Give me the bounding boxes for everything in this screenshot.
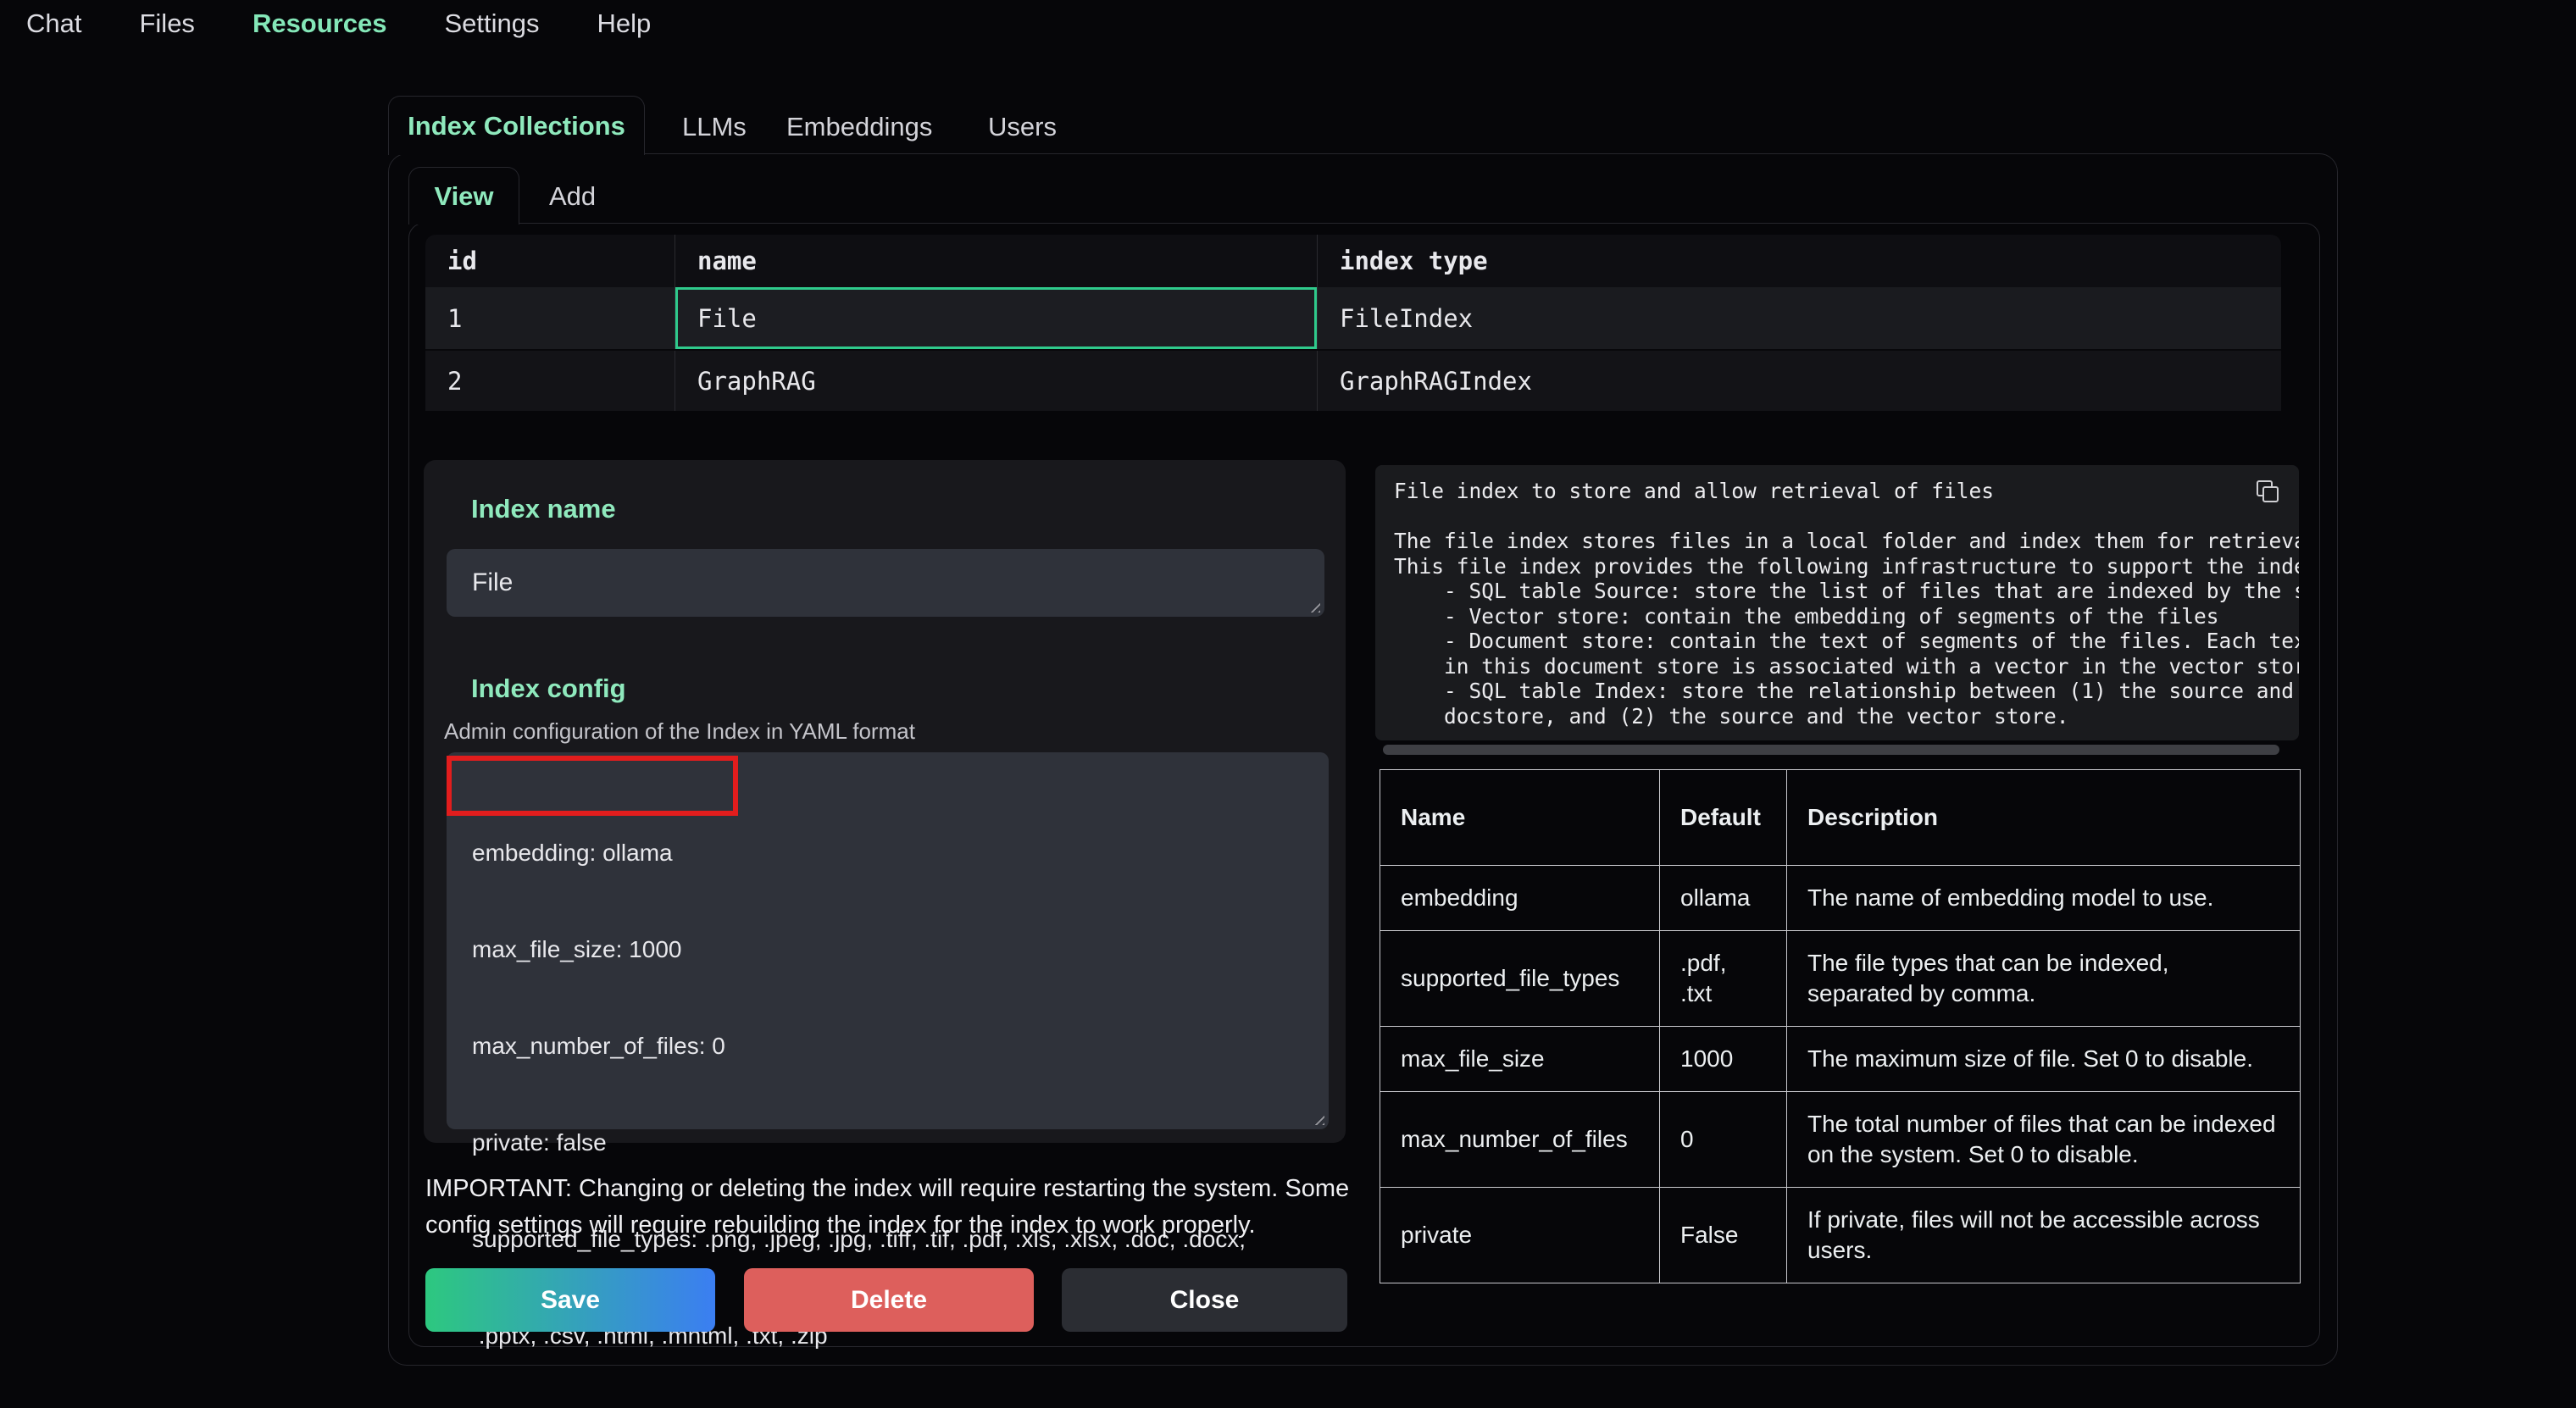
yaml-line: max_file_size: 1000 [472,934,1329,966]
index-config-textarea[interactable]: embedding: ollama max_file_size: 1000 ma… [447,752,1329,1129]
col-header-default: Default [1660,770,1787,866]
param-default: ollama [1660,866,1787,931]
cell-name[interactable]: GraphRAG [675,351,1317,411]
param-name: max_file_size [1380,1027,1660,1092]
warning-text: IMPORTANT: Changing or deleting the inde… [425,1171,1366,1244]
nav-help[interactable]: Help [597,8,651,39]
param-description: The name of embedding model to use. [1787,866,2301,931]
index-doc-panel: File index to store and allow retrieval … [1375,465,2299,740]
col-header-description: Description [1787,770,2301,866]
param-name: max_number_of_files [1380,1092,1660,1188]
param-default: 1000 [1660,1027,1787,1092]
doc-line: - Vector store: contain the embedding of… [1394,604,2299,629]
cell-index-type[interactable]: GraphRAGIndex [1317,351,2281,411]
nav-settings[interactable]: Settings [444,8,539,39]
cell-index-type[interactable]: FileIndex [1317,287,2281,349]
tab-view[interactable]: View [408,167,519,225]
doc-line: in this document store is associated wit… [1394,654,2299,679]
param-default: 0 [1660,1092,1787,1188]
col-header-name: name [675,235,1317,287]
param-name: supported_file_types [1380,931,1660,1027]
tab-users[interactable]: Users [988,112,1057,142]
doc-line: docstore, and (2) the source and the vec… [1394,704,2299,729]
index-name-value: File [472,568,513,597]
tab-index-collections[interactable]: Index Collections [388,96,645,155]
close-button[interactable]: Close [1062,1268,1347,1332]
nav-resources[interactable]: Resources [253,8,387,39]
delete-button[interactable]: Delete [744,1268,1034,1332]
resize-handle[interactable] [1310,1111,1324,1125]
yaml-line: max_number_of_files: 0 [472,1030,1329,1062]
param-default: .pdf, .txt [1660,931,1787,1027]
nav-chat[interactable]: Chat [26,8,81,39]
warning-line: IMPORTANT: Changing or deleting the inde… [425,1171,1366,1207]
doc-line: This file index provides the following i… [1394,554,2299,579]
params-row: supported_file_types .pdf, .txt The file… [1380,931,2301,1027]
index-form-card: Index name File Index config Admin confi… [424,460,1346,1143]
warning-line: config settings will require rebuilding … [425,1207,1366,1244]
param-description: The file types that can be indexed, sepa… [1787,931,2301,1027]
doc-line [1394,504,2299,529]
param-description: The maximum size of file. Set 0 to disab… [1787,1027,2301,1092]
params-header-row: Name Default Description [1380,770,2301,866]
index-collections-table: id name index type 1 File FileIndex 2 Gr… [425,235,2281,411]
params-row: embedding ollama The name of embedding m… [1380,866,2301,931]
yaml-line: private: false [472,1127,1329,1159]
table-row: 2 GraphRAG GraphRAGIndex [425,349,2281,411]
doc-line: File index to store and allow retrieval … [1394,479,2299,504]
tab-llms[interactable]: LLMs [682,112,747,142]
main-nav: Chat Files Resources Settings Help [26,8,651,39]
param-description: The total number of files that can be in… [1787,1092,2301,1188]
col-header-param-name: Name [1380,770,1660,866]
cell-id[interactable]: 1 [425,287,675,349]
col-header-id: id [425,235,675,287]
cell-name-selected[interactable]: File [675,287,1317,349]
doc-line: - Document store: contain the text of se… [1394,629,2299,654]
param-description: If private, files will not be accessible… [1787,1188,2301,1283]
resize-handle[interactable] [1306,598,1320,613]
tab-embeddings[interactable]: Embeddings [786,112,932,142]
app: Chat Files Resources Settings Help Index… [0,0,2576,1408]
index-config-label: Index config [471,674,626,704]
index-name-label: Index name [471,494,616,524]
yaml-line: embedding: ollama [472,837,1329,869]
save-button[interactable]: Save [425,1268,715,1332]
index-config-info: Admin configuration of the Index in YAML… [444,718,915,745]
tab-add[interactable]: Add [549,181,596,212]
params-row: max_file_size 1000 The maximum size of f… [1380,1027,2301,1092]
param-name: private [1380,1188,1660,1283]
index-params-table: Name Default Description embedding ollam… [1380,769,2301,1283]
col-header-index-type: index type [1317,235,2281,287]
doc-line: The file index stores files in a local f… [1394,529,2299,554]
index-name-input[interactable]: File [447,549,1324,617]
params-row: max_number_of_files 0 The total number o… [1380,1092,2301,1188]
doc-line: - SQL table Index: store the relationshi… [1394,679,2299,704]
doc-line: - SQL table Source: store the list of fi… [1394,579,2299,604]
table-row: 1 File FileIndex [425,287,2281,349]
table-header-row: id name index type [425,235,2281,287]
param-name: embedding [1380,866,1660,931]
cell-id[interactable]: 2 [425,351,675,411]
nav-files[interactable]: Files [139,8,194,39]
param-default: False [1660,1188,1787,1283]
horizontal-scrollbar[interactable] [1383,745,2279,755]
params-row: private False If private, files will not… [1380,1188,2301,1283]
copy-button[interactable] [2255,479,2285,509]
